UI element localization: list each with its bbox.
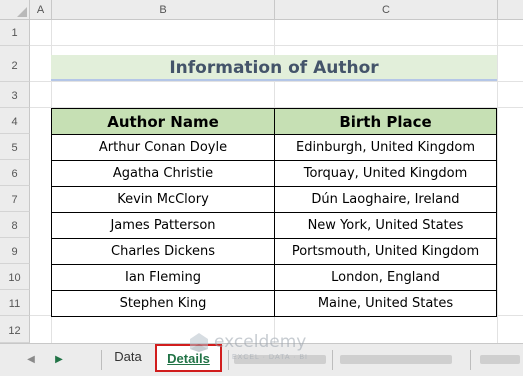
gridline	[497, 20, 498, 343]
birth-place-cell[interactable]: Edinburgh, United Kingdom	[274, 134, 497, 161]
row-header-3[interactable]: 3	[0, 82, 30, 108]
row-header-11[interactable]: 11	[0, 290, 30, 316]
row-header-7[interactable]: 7	[0, 186, 30, 212]
birth-place-cell[interactable]: Portsmouth, United Kingdom	[274, 238, 497, 265]
row-header-8[interactable]: 8	[0, 212, 30, 238]
row-header-6[interactable]: 6	[0, 160, 30, 186]
gridline	[30, 81, 523, 82]
table-row: Arthur Conan Doyle Edinburgh, United Kin…	[51, 134, 497, 161]
author-name-cell[interactable]: Ian Fleming	[51, 264, 275, 291]
column-header-a[interactable]: A	[30, 0, 52, 20]
author-name-cell[interactable]: Arthur Conan Doyle	[51, 134, 275, 161]
chevron-left-icon[interactable]: ◀	[24, 353, 38, 367]
column-header-b[interactable]: B	[52, 0, 275, 20]
row-header-2[interactable]: 2	[0, 46, 30, 82]
select-all-triangle-icon	[17, 7, 27, 17]
table-row: Ian Fleming London, England	[51, 264, 497, 291]
author-name-cell[interactable]: Kevin McClory	[51, 186, 275, 213]
author-name-cell[interactable]: Stephen King	[51, 290, 275, 317]
title-cell[interactable]: Information of Author	[51, 55, 497, 81]
author-name-cell[interactable]: Charles Dickens	[51, 238, 275, 265]
birth-place-cell[interactable]: New York, United States	[274, 212, 497, 239]
blurred-tab[interactable]	[480, 355, 520, 364]
table-row: Stephen King Maine, United States	[51, 290, 497, 317]
row-header-1[interactable]: 1	[0, 20, 30, 46]
tab-divider	[470, 350, 471, 370]
worksheet-grid[interactable]: A B C 1 2 3 4 5 6 7 8 9 10 11 12 Informa…	[0, 0, 523, 343]
chevron-right-icon[interactable]: ▶	[52, 353, 66, 367]
row-header-9[interactable]: 9	[0, 238, 30, 264]
select-all-corner[interactable]	[0, 0, 30, 20]
table-row: Kevin McClory Dún Laoghaire, Ireland	[51, 186, 497, 213]
exceldemy-logo-icon	[190, 333, 208, 352]
row-header-10[interactable]: 10	[0, 264, 30, 290]
author-name-cell[interactable]: James Patterson	[51, 212, 275, 239]
birth-place-cell[interactable]: Dún Laoghaire, Ireland	[274, 186, 497, 213]
tab-data[interactable]: Data	[106, 344, 150, 372]
table-header-row: Author Name Birth Place	[51, 108, 497, 135]
table-row: Agatha Christie Torquay, United Kingdom	[51, 160, 497, 187]
watermark-tagline: EXCEL · DATA · BI	[232, 354, 308, 361]
author-name-cell[interactable]: Agatha Christie	[51, 160, 275, 187]
header-birth-place[interactable]: Birth Place	[274, 108, 497, 135]
author-table: Author Name Birth Place Arthur Conan Doy…	[51, 108, 497, 317]
table-row: Charles Dickens Portsmouth, United Kingd…	[51, 238, 497, 265]
header-author-name[interactable]: Author Name	[51, 108, 275, 135]
watermark-name: exceldemy	[214, 332, 307, 352]
row-header-4[interactable]: 4	[0, 108, 30, 134]
row-header-12[interactable]: 12	[0, 316, 30, 343]
tab-divider	[101, 350, 102, 370]
column-header-c[interactable]: C	[275, 0, 498, 20]
row-header-5[interactable]: 5	[0, 134, 30, 160]
birth-place-cell[interactable]: Maine, United States	[274, 290, 497, 317]
gridline	[30, 45, 523, 46]
table-row: James Patterson New York, United States	[51, 212, 497, 239]
column-header-d[interactable]	[498, 0, 523, 20]
birth-place-cell[interactable]: London, England	[274, 264, 497, 291]
exceldemy-watermark: exceldemy EXCEL · DATA · BI	[188, 330, 363, 370]
birth-place-cell[interactable]: Torquay, United Kingdom	[274, 160, 497, 187]
